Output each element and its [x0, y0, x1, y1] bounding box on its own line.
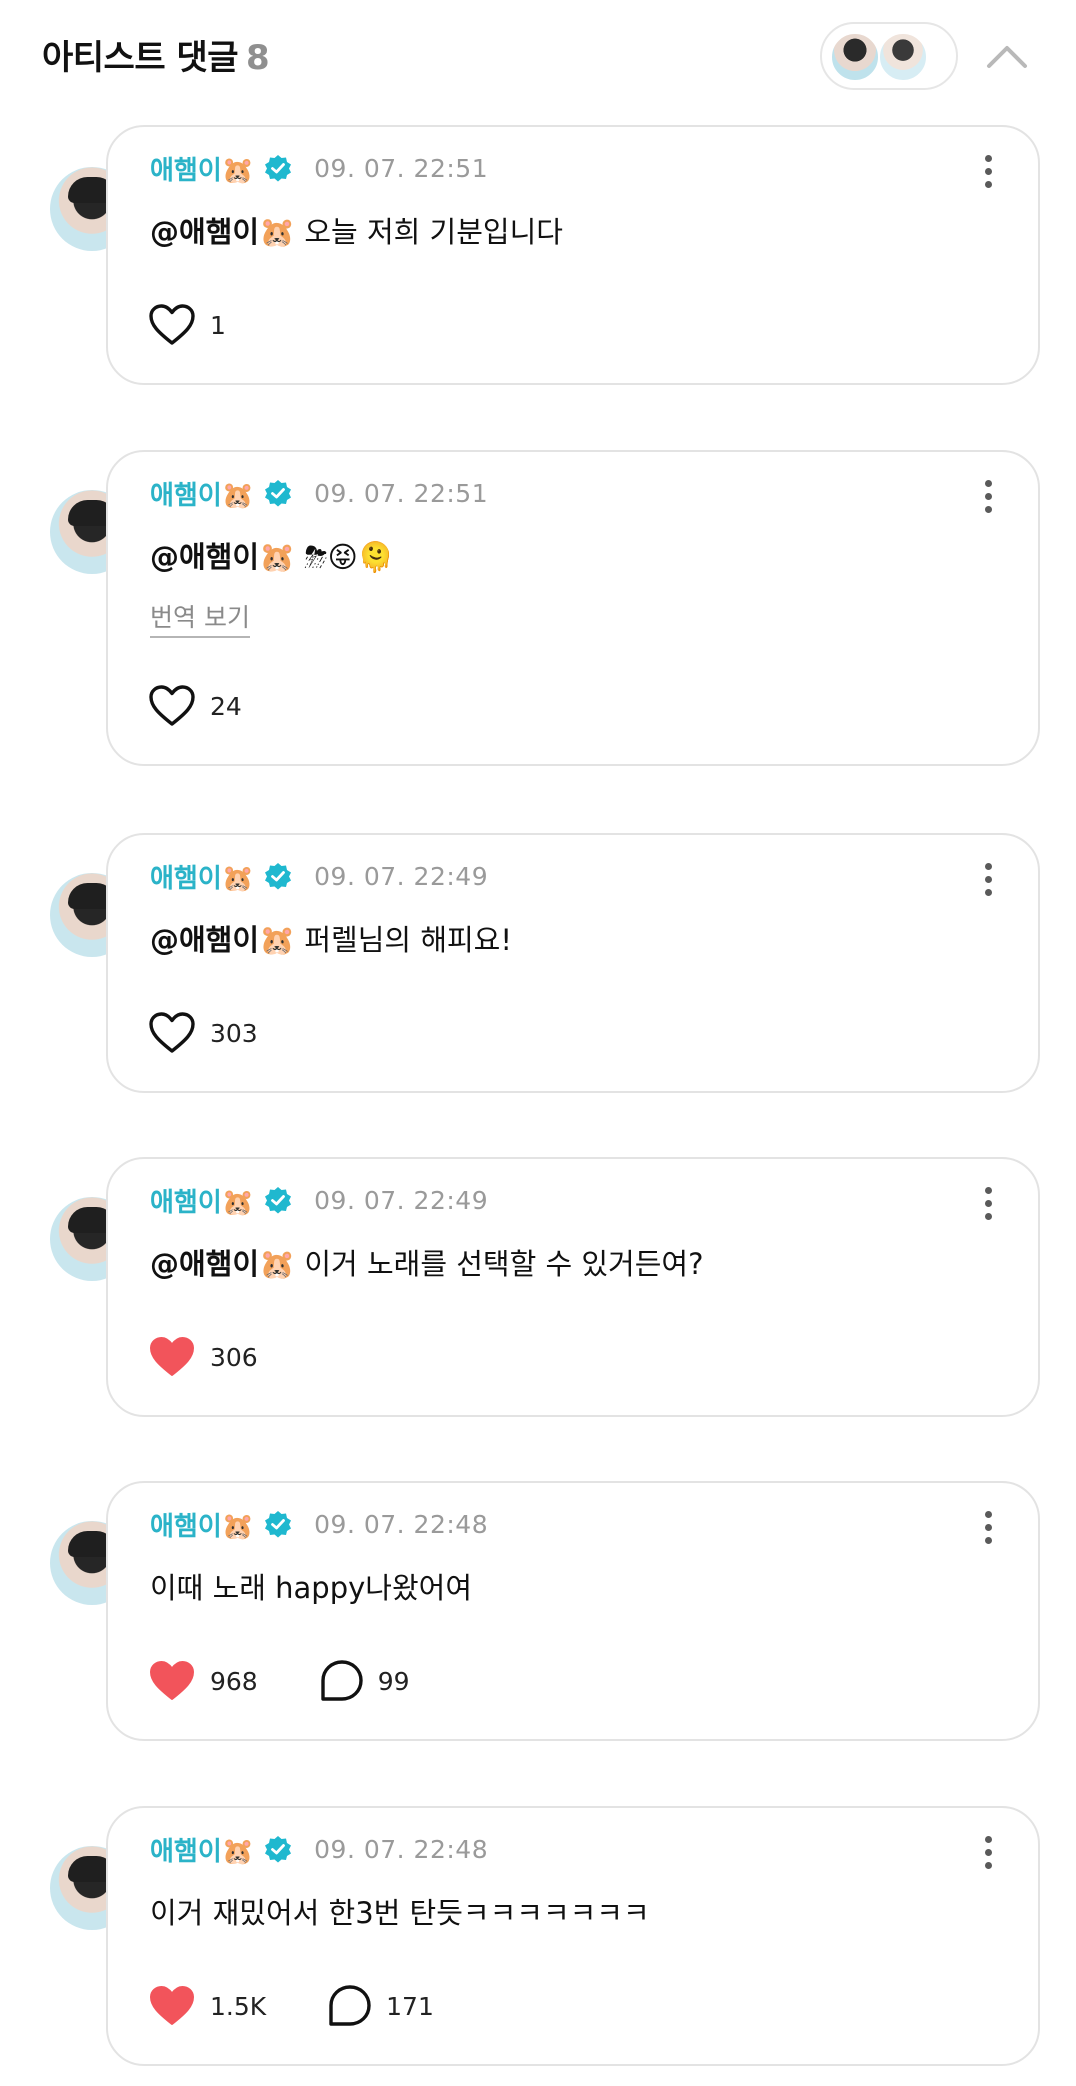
comment-text: 이거 재밌어서 한3번 탄듯ㅋㅋㅋㅋㅋㅋㅋ: [150, 1890, 650, 1932]
like-count: 1.5K: [210, 1991, 267, 2021]
more-vertical-icon[interactable]: [984, 1187, 994, 1221]
translate-link[interactable]: 번역 보기: [150, 598, 250, 638]
like-button[interactable]: 306: [148, 1335, 258, 1379]
mention[interactable]: @애햄이🐹: [150, 1247, 295, 1281]
reply-button[interactable]: 99: [320, 1659, 410, 1703]
artist-avatar-2: [878, 32, 928, 82]
comment-meta: 애햄이🐹 09. 07. 22:51: [150, 475, 489, 512]
mention[interactable]: @애햄이🐹: [150, 215, 295, 249]
author-name[interactable]: 애햄이🐹: [150, 858, 254, 895]
comment-card: 애햄이🐹 09. 07. 22:49 @애햄이🐹 퍼렐님의 해피요! 303: [106, 833, 1040, 1093]
comment-actions: 306: [148, 1335, 320, 1379]
more-vertical-icon[interactable]: [984, 480, 994, 514]
comment-count: 8: [246, 38, 270, 78]
chevron-up-icon[interactable]: [985, 36, 1029, 76]
like-button[interactable]: 968: [148, 1659, 258, 1703]
comment-body: 이때 노래 happy나왔어여: [150, 1571, 473, 1605]
reply-button[interactable]: 171: [328, 1984, 434, 2028]
like-button[interactable]: 1.5K: [148, 1984, 266, 2028]
comment-card: 애햄이🐹 09. 07. 22:51 @애햄이🐹 오늘 저희 기분입니다 1: [106, 125, 1040, 385]
like-button[interactable]: 303: [148, 1011, 258, 1055]
artist-comments-header: 아티스트 댓글 8: [0, 0, 1076, 110]
more-vertical-icon[interactable]: [984, 155, 994, 189]
heart-icon: [150, 1661, 194, 1700]
comment-body: 오늘 저희 기분입니다: [295, 215, 563, 249]
comment-actions: 1: [148, 303, 288, 347]
comment-text: 이때 노래 happy나왔어여: [150, 1565, 472, 1607]
comment-time: 09. 07. 22:51: [314, 478, 489, 508]
comment-card: 애햄이🐹 09. 07. 22:49 @애햄이🐹 이거 노래를 선택할 수 있거…: [106, 1157, 1040, 1417]
comment-time: 09. 07. 22:48: [314, 1834, 489, 1864]
like-count: 968: [210, 1666, 258, 1696]
verified-badge-icon: [265, 155, 292, 182]
section-title-label: 아티스트 댓글: [42, 38, 239, 78]
mention[interactable]: @애햄이🐹: [150, 923, 295, 957]
comment-text: @애햄이🐹 퍼렐님의 해피요!: [150, 917, 512, 959]
verified-badge-icon: [265, 863, 292, 890]
comment-body: 이거 노래를 선택할 수 있거든여?: [295, 1247, 704, 1281]
verified-badge-icon: [265, 1836, 292, 1863]
author-name[interactable]: 애햄이🐹: [150, 475, 254, 512]
comment-meta: 애햄이🐹 09. 07. 22:48: [150, 1831, 489, 1868]
comment-card: 애햄이🐹 09. 07. 22:48 이때 노래 happy나왔어여 968 9…: [106, 1481, 1040, 1741]
more-vertical-icon[interactable]: [984, 1511, 994, 1545]
comment-actions: 303: [148, 1011, 320, 1055]
reply-bubble-icon: [329, 1985, 371, 2026]
like-count: 24: [210, 691, 242, 721]
author-name[interactable]: 애햄이🐹: [150, 1182, 254, 1219]
author-name[interactable]: 애햄이🐹: [150, 1831, 254, 1868]
more-vertical-icon[interactable]: [984, 1836, 994, 1870]
artist-avatar-1: [830, 32, 880, 82]
heart-icon: [150, 1337, 194, 1376]
comment-meta: 애햄이🐹 09. 07. 22:49: [150, 1182, 489, 1219]
comment-time: 09. 07. 22:48: [314, 1509, 489, 1539]
like-count: 1: [210, 310, 226, 340]
comment-meta: 애햄이🐹 09. 07. 22:51: [150, 150, 489, 187]
heart-icon: [150, 1986, 194, 2025]
comment-time: 09. 07. 22:51: [314, 153, 489, 183]
heart-icon: [149, 685, 195, 726]
comment-body: 이거 재밌어서 한3번 탄듯ㅋㅋㅋㅋㅋㅋㅋ: [150, 1896, 650, 1930]
like-count: 306: [210, 1342, 258, 1372]
like-count: 303: [210, 1018, 258, 1048]
more-vertical-icon[interactable]: [984, 863, 994, 897]
verified-badge-icon: [265, 480, 292, 507]
like-button[interactable]: 24: [148, 684, 242, 728]
comment-text: @애햄이🐹 오늘 저희 기분입니다: [150, 209, 563, 251]
reply-count: 99: [377, 1666, 410, 1696]
author-name[interactable]: 애햄이🐹: [150, 1506, 254, 1543]
like-button[interactable]: 1: [148, 303, 226, 347]
reply-bubble-icon: [321, 1660, 363, 1701]
comment-text: @애햄이🐹 ⛈😝🫠: [150, 534, 394, 576]
verified-badge-icon: [265, 1187, 292, 1214]
artist-avatars-button[interactable]: [820, 22, 958, 90]
heart-icon: [149, 304, 195, 345]
section-title: 아티스트 댓글 8: [42, 30, 270, 79]
comment-meta: 애햄이🐹 09. 07. 22:48: [150, 1506, 489, 1543]
comment-actions: 1.5K 171: [148, 1984, 496, 2028]
author-name[interactable]: 애햄이🐹: [150, 150, 254, 187]
comment-card: 애햄이🐹 09. 07. 22:48 이거 재밌어서 한3번 탄듯ㅋㅋㅋㅋㅋㅋㅋ…: [106, 1806, 1040, 2066]
comment-time: 09. 07. 22:49: [314, 861, 489, 891]
comment-actions: 968 99: [148, 1659, 472, 1703]
comment-body: ⛈😝🫠: [295, 540, 394, 574]
comment-body: 퍼렐님의 해피요!: [295, 923, 512, 957]
comment-time: 09. 07. 22:49: [314, 1185, 489, 1215]
comment-meta: 애햄이🐹 09. 07. 22:49: [150, 858, 489, 895]
comment-text: @애햄이🐹 이거 노래를 선택할 수 있거든여?: [150, 1241, 703, 1283]
heart-icon: [149, 1012, 195, 1053]
verified-badge-icon: [265, 1511, 292, 1538]
comment-card: 애햄이🐹 09. 07. 22:51 @애햄이🐹 ⛈😝🫠 번역 보기 24: [106, 450, 1040, 766]
comment-actions: 24: [148, 684, 304, 728]
mention[interactable]: @애햄이🐹: [150, 540, 295, 574]
reply-count: 171: [386, 1991, 434, 2021]
